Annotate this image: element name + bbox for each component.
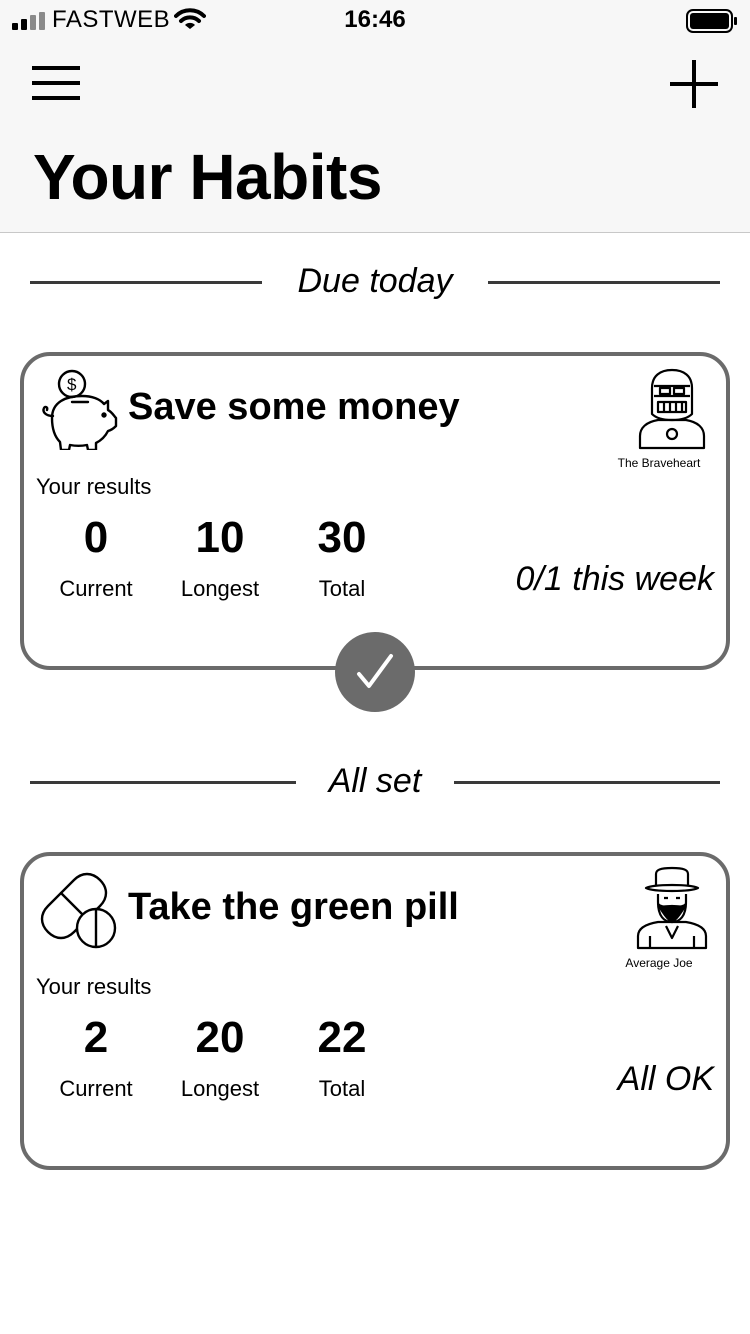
stat-longest: 10 Longest (160, 510, 280, 602)
habit-title: Take the green pill (128, 886, 459, 928)
habit-status: 0/1 this week (515, 560, 714, 598)
status-bar: FASTWEB 16:46 (0, 0, 750, 40)
complete-habit-button[interactable] (335, 632, 415, 712)
stat-label: Longest (180, 1076, 260, 1101)
stat-value: 22 (317, 1013, 367, 1062)
results-label: Your results (36, 974, 152, 999)
stat-label: Current (59, 576, 133, 601)
avatar-name: The Braveheart (617, 456, 701, 470)
battery-icon (686, 9, 737, 33)
stat-label: Current (59, 1076, 133, 1101)
habit-card[interactable]: Take the green pill Average Joe Your res… (20, 852, 730, 1170)
hamburger-menu-icon[interactable] (30, 62, 82, 104)
stat-value: 20 (195, 1013, 245, 1062)
stat-total: 22 Total (282, 1010, 402, 1102)
stat-label: Longest (180, 576, 260, 601)
bearded-man-hat-icon (636, 866, 708, 950)
piggy-bank-icon: $ (42, 369, 118, 450)
plus-icon[interactable] (668, 58, 720, 110)
stat-longest: 20 Longest (160, 1010, 280, 1102)
svg-text:$: $ (67, 375, 77, 394)
page-title: Your Habits (33, 141, 382, 213)
stat-value: 30 (317, 513, 367, 562)
checkmark-icon (357, 654, 393, 688)
divider-line (488, 281, 720, 284)
pill-icon (40, 872, 117, 949)
stat-value: 0 (83, 513, 109, 562)
stat-total: 30 Total (282, 510, 402, 602)
habit-card[interactable]: $ Save some money The Braveheart Your re… (20, 352, 730, 670)
divider-line (454, 781, 720, 784)
results-label: Your results (36, 474, 152, 499)
habit-status: All OK (617, 1060, 714, 1098)
stat-value: 2 (83, 1013, 109, 1062)
stat-current: 0 Current (36, 510, 156, 602)
navigation-header: Your Habits (0, 40, 750, 233)
stat-label: Total (318, 576, 366, 601)
stat-current: 2 Current (36, 1010, 156, 1102)
section-all-set: All set (30, 760, 720, 804)
section-due-today: Due today (30, 260, 720, 304)
avatar-name: Average Joe (625, 956, 693, 970)
habit-title: Save some money (128, 386, 460, 428)
stat-value: 10 (195, 513, 245, 562)
stat-label: Total (318, 1076, 366, 1101)
clock: 16:46 (344, 6, 406, 33)
knight-helmet-icon (638, 368, 706, 450)
